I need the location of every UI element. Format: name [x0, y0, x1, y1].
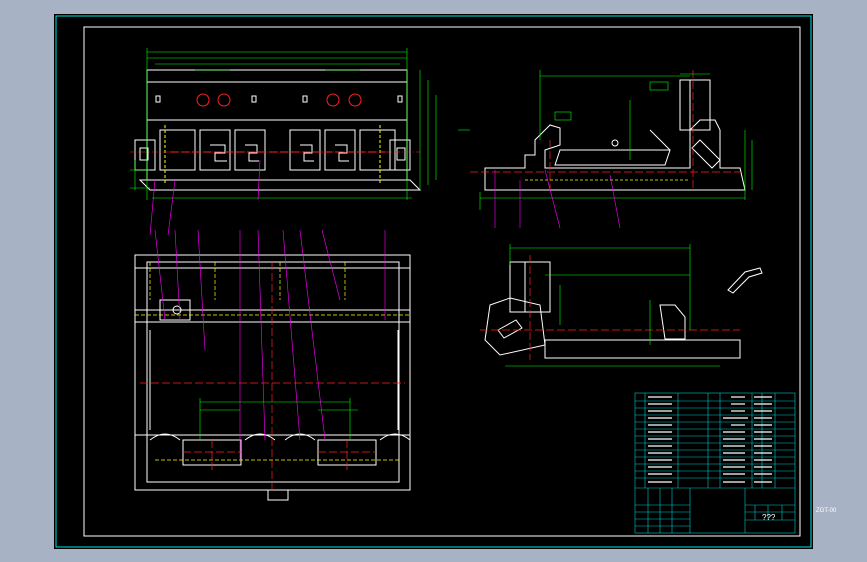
- detail-view: [727, 267, 763, 294]
- title-block-center-label: ???: [762, 513, 776, 522]
- bom-table: [634, 392, 796, 534]
- outer-frame: [55, 15, 812, 548]
- drawing-sheet: ??? ZGT-00: [54, 14, 836, 549]
- cad-drawing: [55, 15, 812, 548]
- title-block-drawing-code: ZGT-00: [816, 508, 837, 514]
- front-view: [130, 48, 437, 236]
- plan-view: [134, 229, 411, 501]
- section-view: [480, 244, 741, 367]
- side-view: [458, 70, 753, 229]
- bom-text-marks: [648, 396, 772, 483]
